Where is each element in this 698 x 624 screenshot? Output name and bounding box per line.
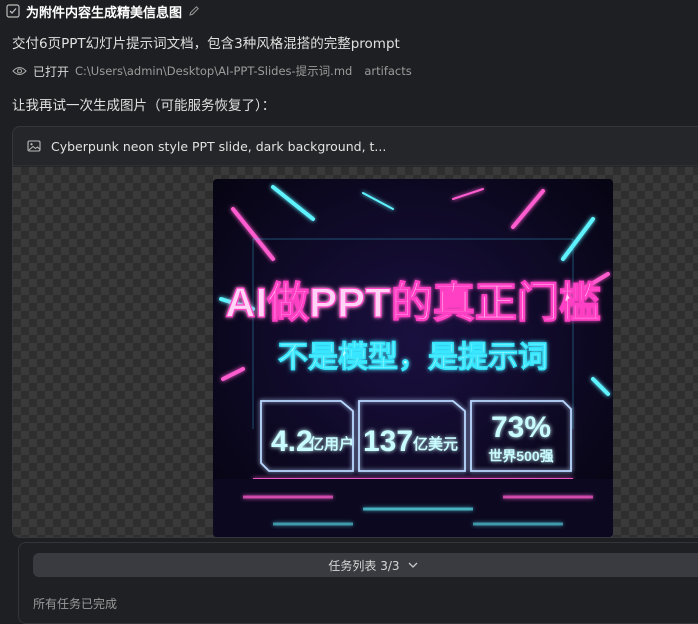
opened-label: 已打开 xyxy=(33,64,70,79)
stat-2-value: 137 xyxy=(363,425,413,458)
task-title: 为附件内容生成精美信息图 xyxy=(26,5,183,21)
task-list-label: 任务列表 3/3 xyxy=(328,558,400,573)
image-prompt: Cyberpunk neon style PPT slide, dark bac… xyxy=(51,138,387,154)
stat-2-unit: 亿美元 xyxy=(413,435,458,453)
stat-3-unit: 世界500强 xyxy=(488,448,553,464)
delivery-message: 交付6页PPT幻灯片提示词文档，包含3种风格混搭的完整prompt xyxy=(12,36,400,52)
generated-poster-image[interactable]: AI做PPT的真正门槛 不是模型，是提示词 4.2 亿用户 137 亿美元 73… xyxy=(213,179,613,537)
retry-message: 让我再试一次生成图片（可能服务恢复了）： xyxy=(12,98,276,114)
task-list-toggle[interactable]: 任务列表 3/3 xyxy=(33,553,698,577)
stat-3-value: 73% xyxy=(491,411,551,444)
stat-1-unit: 亿用户 xyxy=(309,435,354,453)
image-card-header[interactable]: Cyberpunk neon style PPT slide, dark bac… xyxy=(13,127,698,166)
task-header: 为附件内容生成精美信息图 xyxy=(0,0,698,22)
image-card: Cyberpunk neon style PPT slide, dark bac… xyxy=(12,126,698,538)
opened-file-path[interactable]: C:\Users\admin\Desktop\AI-PPT-Slides-提示词… xyxy=(75,63,352,79)
chevron-down-icon xyxy=(408,562,418,568)
artifacts-tag: artifacts xyxy=(364,64,412,78)
poster-subheadline: 不是模型，是提示词 xyxy=(278,341,548,374)
stat-1-value: 4.2 xyxy=(271,425,313,458)
all-tasks-done: 所有任务已完成 xyxy=(33,597,118,611)
transparency-background: AI做PPT的真正门槛 不是模型，是提示词 4.2 亿用户 137 亿美元 73… xyxy=(13,167,698,537)
opened-file-row[interactable]: 已打开 C:\Users\admin\Desktop\AI-PPT-Slides… xyxy=(0,62,698,80)
pencil-icon[interactable] xyxy=(188,5,200,17)
poster-headline: AI做PPT的真正门槛 xyxy=(225,279,601,326)
task-list-panel: 任务列表 3/3 所有任务已完成 xyxy=(18,542,698,624)
eye-icon xyxy=(12,66,27,76)
image-icon xyxy=(27,140,41,152)
task-check-icon xyxy=(6,4,20,18)
